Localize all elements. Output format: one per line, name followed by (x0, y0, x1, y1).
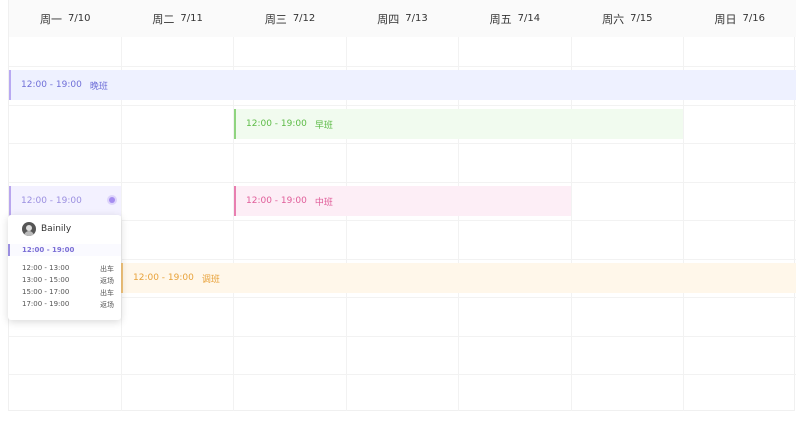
day-date: 7/10 (67, 13, 91, 24)
shift-bar-swap[interactable]: 12:00 - 19:00 调班 (121, 263, 796, 293)
schedule-table: 12:00 - 13:00 出车 13:00 - 15:00 返场 15:00 - … (22, 264, 114, 312)
shift-time: 12:00 - 19:00 (21, 196, 82, 206)
shift-label: 晚班 (89, 81, 108, 92)
day-header-mon[interactable]: 周一 7/10 (9, 0, 121, 37)
day-header-fri[interactable]: 周五 7/14 (459, 0, 571, 37)
popover-shift-time: 12:00 - 19:00 (8, 244, 121, 256)
row-divider (9, 143, 796, 144)
shift-label: 早班 (314, 120, 333, 131)
row-divider (9, 297, 796, 298)
shift-bar-night[interactable]: 12:00 - 19:00 晚班 (9, 70, 796, 100)
user-name: Bainily (41, 224, 72, 234)
shift-time: 12:00 - 19:00 (133, 273, 194, 283)
schedule-row: 13:00 - 15:00 返场 (22, 276, 114, 288)
shift-label: 调班 (201, 274, 220, 285)
shift-detail-popover: Bainily 12:00 - 19:00 12:00 - 13:00 出车 13… (8, 215, 121, 320)
day-date: 7/11 (180, 13, 203, 24)
schedule-time: 13:00 - 15:00 (22, 276, 70, 284)
day-date: 7/15 (630, 13, 653, 24)
avatar (22, 222, 36, 236)
row-divider (9, 336, 796, 337)
shift-time: 12:00 - 19:00 (246, 119, 307, 129)
day-date: 7/12 (292, 13, 316, 24)
shift-label: 中班 (314, 197, 333, 208)
row-divider (9, 374, 796, 375)
shift-bar-middle[interactable]: 12:00 - 19:00 中班 (234, 186, 571, 216)
day-name: 周二 (152, 12, 175, 26)
schedule-status: 返场 (100, 277, 114, 285)
day-name: 周五 (489, 12, 512, 26)
day-name: 周日 (714, 12, 737, 26)
schedule-time: 17:00 - 19:00 (22, 300, 70, 308)
shift-time: 12:00 - 19:00 (246, 196, 307, 206)
row-divider (9, 182, 796, 183)
day-header-thu[interactable]: 周四 7/13 (346, 0, 458, 37)
day-name: 周三 (264, 12, 287, 26)
calendar-header: 周一 7/10 周二 7/11 周三 7/12 周四 7/13 周五 7/14 周六 7/1… (9, 0, 796, 37)
day-header-sat[interactable]: 周六 7/15 (571, 0, 683, 37)
schedule-time: 12:00 - 13:00 (22, 264, 70, 272)
schedule-row: 17:00 - 19:00 返场 (22, 300, 114, 312)
day-header-sun[interactable]: 周日 7/16 (684, 0, 796, 37)
row-divider (9, 259, 796, 260)
day-header-tue[interactable]: 周二 7/11 (121, 0, 233, 37)
day-date: 7/13 (405, 13, 428, 24)
row-divider (9, 105, 796, 106)
day-name: 周六 (602, 12, 625, 26)
day-date: 7/14 (517, 13, 541, 24)
shift-time: 12:00 - 19:00 (21, 80, 82, 90)
schedule-status: 出车 (100, 265, 114, 273)
row-divider (9, 66, 796, 67)
day-header-wed[interactable]: 周三 7/12 (234, 0, 346, 37)
schedule-row: 12:00 - 13:00 出车 (22, 264, 114, 276)
day-date: 7/16 (742, 13, 765, 24)
shift-calendar: 周一 7/10 周二 7/11 周三 7/12 周四 7/13 周五 7/14 周六 7/1… (8, 0, 796, 411)
schedule-status: 返场 (100, 301, 114, 309)
schedule-status: 出车 (100, 289, 114, 297)
selected-dot-icon (109, 197, 115, 203)
day-name: 周四 (377, 12, 400, 26)
shift-bar-morning[interactable]: 12:00 - 19:00 早班 (234, 109, 683, 139)
schedule-time: 15:00 - 17:00 (22, 288, 70, 296)
row-divider (9, 220, 796, 221)
shift-bar-selected[interactable]: 12:00 - 19:00 (9, 186, 121, 216)
schedule-row: 15:00 - 17:00 出车 (22, 288, 114, 300)
day-name: 周一 (39, 12, 62, 26)
